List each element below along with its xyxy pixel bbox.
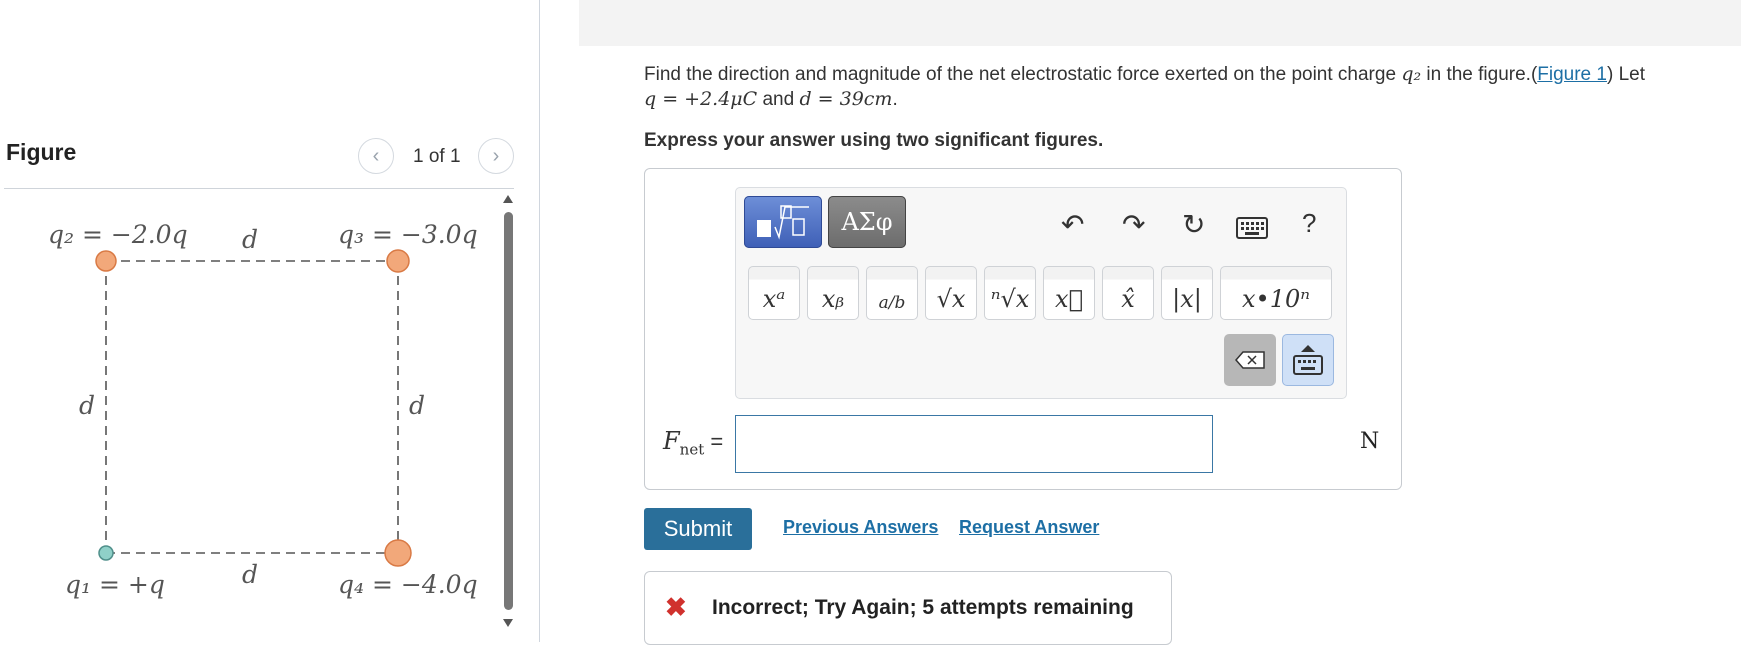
figure-divider [4, 188, 514, 189]
feedback-text: Incorrect; Try Again; 5 attempts remaini… [712, 596, 1134, 619]
templates-button[interactable] [744, 196, 822, 248]
question-text: Find the direction and magnitude of the … [644, 63, 1645, 110]
next-figure-button[interactable]: › [478, 138, 514, 174]
d-value: d = 39cm [799, 88, 893, 110]
figure-link[interactable]: Figure 1 [1537, 64, 1607, 85]
label-q3: q₃ = −3.0q [338, 220, 478, 249]
submit-button[interactable]: Submit [644, 508, 752, 550]
answer-input[interactable] [735, 415, 1213, 473]
label-q4: q₄ = −4.0q [338, 570, 478, 599]
charge-square-diagram: q₂ = −2.0q q₃ = −3.0q q₁ = +q q₄ = −4.0q… [48, 220, 478, 599]
q-value: q = +2.4μC [644, 88, 758, 110]
key-nth-root[interactable]: ⁿ√x [984, 266, 1036, 320]
toggle-keyboard-button[interactable] [1282, 334, 1334, 386]
undo-icon[interactable]: ↶ [1061, 208, 1084, 241]
label-d-top: d [242, 225, 258, 254]
chevron-left-icon: ‹ [372, 144, 380, 167]
figure-scroll-thumb[interactable] [504, 212, 513, 610]
symbols-button[interactable]: ΑΣφ [828, 196, 906, 248]
charge-q2 [95, 250, 117, 272]
answer-unit: N [1360, 429, 1380, 454]
label-d-left: d [79, 391, 95, 420]
backspace-icon [1235, 351, 1265, 369]
keyboard-icon [1293, 345, 1323, 375]
redo-icon[interactable]: ↷ [1122, 208, 1145, 241]
chevron-right-icon: › [492, 144, 500, 167]
previous-figure-button[interactable]: ‹ [358, 138, 394, 174]
part-header-bar [579, 0, 1741, 46]
q2-symbol: q₂ [1401, 63, 1422, 85]
request-answer-link[interactable]: Request Answer [959, 517, 1099, 538]
backspace-button[interactable] [1224, 334, 1276, 386]
previous-answers-link[interactable]: Previous Answers [783, 517, 938, 538]
key-scientific-notation[interactable]: x•10ⁿ [1220, 266, 1332, 320]
label-d-right: d [409, 391, 425, 420]
charge-q4 [384, 539, 412, 567]
charge-q1 [98, 545, 114, 561]
keyboard-shortcuts-icon[interactable] [1236, 214, 1268, 246]
figure-pager: 1 of 1 [413, 146, 461, 167]
figure-panel: Figure ‹ 1 of 1 › q₂ = −2.0q q₃ = −3.0q … [0, 0, 540, 642]
instruction-text: Express your answer using two significan… [644, 130, 1104, 151]
label-q1: q₁ = +q [65, 570, 165, 599]
key-superscript[interactable]: xᵃ [748, 266, 800, 320]
answer-box: ΑΣφ ↶ ↷ ↻ ? xᵃ xᵦ a/b √x ⁿ√x x⃗ x̂ |x| x… [644, 168, 1402, 490]
math-toolbar: ΑΣφ ↶ ↷ ↻ ? xᵃ xᵦ a/b √x ⁿ√x x⃗ x̂ |x| x… [735, 187, 1347, 399]
key-unit-vector[interactable]: x̂ [1102, 266, 1154, 320]
question-panel: Find the direction and magnitude of the … [541, 0, 1741, 645]
key-subscript[interactable]: xᵦ [807, 266, 859, 320]
label-d-bottom: d [242, 560, 258, 589]
incorrect-icon: ✖ [665, 592, 687, 622]
key-vector[interactable]: x⃗ [1043, 266, 1095, 320]
figure-title: Figure [6, 139, 77, 165]
charge-q3 [386, 249, 410, 273]
answer-label: Fnet = [663, 427, 724, 459]
key-absolute-value[interactable]: |x| [1161, 266, 1213, 320]
label-q2: q₂ = −2.0q [48, 220, 188, 249]
key-fraction[interactable]: a/b [866, 266, 918, 320]
key-sqrt[interactable]: √x [925, 266, 977, 320]
reset-icon[interactable]: ↻ [1182, 208, 1205, 241]
templates-icon [757, 205, 809, 240]
feedback-box: ✖ Incorrect; Try Again; 5 attempts remai… [644, 571, 1172, 645]
help-button[interactable]: ? [1302, 208, 1316, 239]
panel-divider [539, 0, 540, 642]
